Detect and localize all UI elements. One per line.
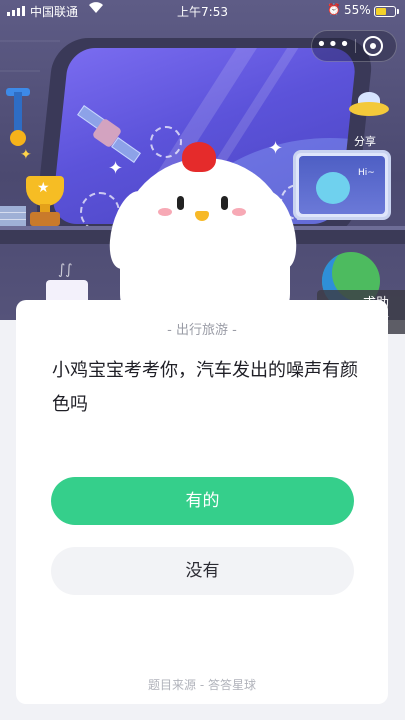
share-button[interactable]: 分享 xyxy=(350,133,380,149)
books-icon xyxy=(0,206,26,226)
mini-program-capsule: ••• xyxy=(311,30,397,62)
chick-comb xyxy=(182,142,216,172)
chick-mascot xyxy=(120,158,290,320)
more-dots-icon[interactable]: ••• xyxy=(312,31,355,61)
steam-icon: ∫∫ xyxy=(58,262,73,278)
trophy-base xyxy=(30,212,60,226)
answer-yes-button[interactable]: 有的 xyxy=(51,477,354,525)
question-text: 小鸡宝宝考考你，汽车发出的噪声有颜色吗 xyxy=(52,360,358,415)
sparkle-icon: ✦ xyxy=(268,138,284,159)
dotted-ring xyxy=(150,126,182,158)
capsule-divider xyxy=(355,39,356,53)
answer-no-button[interactable]: 没有 xyxy=(51,547,354,595)
chick-eye xyxy=(221,196,228,210)
question-card: - 出行旅游 - 小鸡宝宝考考你，汽车发出的噪声有颜色吗 有的 没有 题目来源 … xyxy=(16,300,388,704)
battery-icon xyxy=(374,6,396,17)
chick-cheek xyxy=(158,208,172,216)
wall-line xyxy=(0,70,40,72)
question-category: - 出行旅游 - xyxy=(167,323,237,338)
status-bar: 中国联通 上午7:53 ⏰ 55% xyxy=(0,0,405,22)
monitor-text: Hi~ xyxy=(358,168,375,178)
sparkle-icon: ✦ xyxy=(20,147,32,163)
question-source: 题目来源 - 答答星球 xyxy=(148,678,256,692)
battery-fill xyxy=(376,8,386,15)
ufo-icon xyxy=(349,102,389,116)
alarm-icon: ⏰ xyxy=(327,3,341,16)
chick-cheek xyxy=(232,208,246,216)
trophy-star-icon: ★ xyxy=(37,180,50,196)
medal-icon xyxy=(10,130,26,146)
close-circle-icon[interactable] xyxy=(363,36,383,56)
alien-icon xyxy=(316,172,350,204)
sparkle-icon: ✦ xyxy=(108,158,124,179)
battery-percent: 55% xyxy=(344,3,371,17)
chick-eye xyxy=(177,196,184,210)
wall-line xyxy=(0,40,60,42)
